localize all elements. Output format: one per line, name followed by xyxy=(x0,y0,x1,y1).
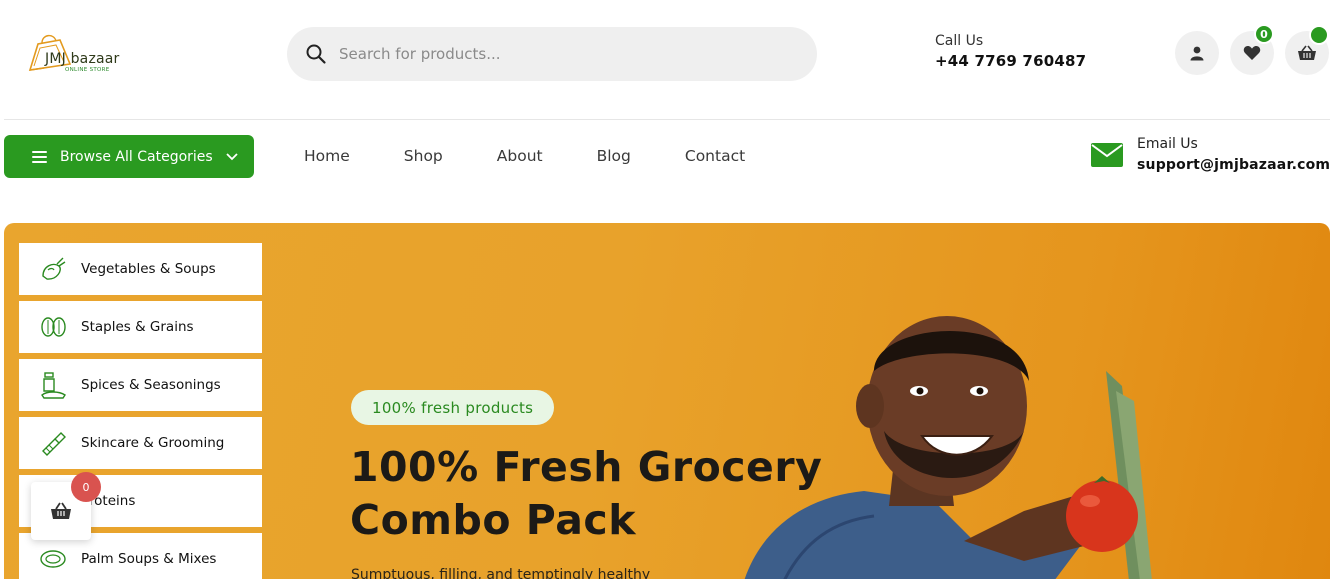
palm-soup-icon xyxy=(40,550,66,568)
hero-title-line-1: 100% Fresh Grocery xyxy=(350,443,823,491)
category-item-spices-seasonings[interactable]: Spices & Seasonings xyxy=(19,359,262,411)
search-input[interactable] xyxy=(339,45,779,63)
logo-tagline: ONLINE STORE xyxy=(65,67,110,73)
search-bar[interactable] xyxy=(287,27,817,81)
nav-link-contact[interactable]: Contact xyxy=(685,145,745,167)
category-item-staples-grains[interactable]: Staples & Grains xyxy=(19,301,262,353)
nav-link-shop[interactable]: Shop xyxy=(404,145,443,167)
category-label: Vegetables & Soups xyxy=(81,261,216,277)
search-icon[interactable] xyxy=(305,43,327,65)
category-item-vegetables-soups[interactable]: Vegetables & Soups xyxy=(19,243,262,295)
category-label: Skincare & Grooming xyxy=(81,435,225,451)
skincare-icon xyxy=(42,432,66,456)
cart-count-badge xyxy=(1309,25,1329,45)
basket-icon xyxy=(51,502,71,519)
header-divider xyxy=(4,119,1330,120)
nav-link-blog[interactable]: Blog xyxy=(597,145,631,167)
category-label: Staples & Grains xyxy=(81,319,194,335)
site-logo[interactable]: JMJ bazaar ONLINE STORE xyxy=(26,30,146,80)
account-button[interactable] xyxy=(1175,31,1219,75)
wishlist-count-badge: 0 xyxy=(1254,24,1274,44)
call-us-block: Call Us +44 7769 760487 xyxy=(935,32,1086,72)
category-label: Palm Soups & Mixes xyxy=(81,551,217,567)
hero-title-line-2: Combo Pack xyxy=(350,496,636,544)
grains-icon xyxy=(41,317,66,337)
nav-link-about[interactable]: About xyxy=(497,145,543,167)
heart-icon xyxy=(1243,46,1261,60)
main-nav: Home Shop About Blog Contact xyxy=(304,145,799,167)
browse-categories-button[interactable]: Browse All Categories xyxy=(4,135,254,178)
hero-subtitle: Sumptuous, filling, and temptingly healt… xyxy=(351,567,651,579)
call-us-label: Call Us xyxy=(935,33,984,49)
envelope-icon xyxy=(1091,143,1123,167)
chevron-down-icon xyxy=(226,152,238,160)
email-us-label: Email Us xyxy=(1137,136,1198,152)
spices-icon xyxy=(41,372,66,399)
logo-name: JMJ bazaar xyxy=(45,51,120,67)
email-us-block: Email Us support@jmjbazaar.com xyxy=(1091,134,1330,176)
account-icon xyxy=(1190,46,1204,61)
browse-categories-label: Browse All Categories xyxy=(60,148,213,165)
phone-number[interactable]: +44 7769 760487 xyxy=(935,50,1086,72)
email-address[interactable]: support@jmjbazaar.com xyxy=(1137,154,1330,176)
category-item-skincare-grooming[interactable]: Skincare & Grooming xyxy=(19,417,262,469)
vegetables-icon xyxy=(42,257,66,280)
menu-icon xyxy=(32,150,47,163)
nav-link-home[interactable]: Home xyxy=(304,145,350,167)
hero-title: 100% Fresh Grocery Combo Pack xyxy=(350,441,830,547)
hero-banner: Vegetables & Soups Staples & Grains Spic… xyxy=(4,223,1330,579)
fresh-products-pill: 100% fresh products xyxy=(351,390,555,425)
basket-icon xyxy=(1298,45,1316,60)
category-label: Spices & Seasonings xyxy=(81,377,221,393)
floating-cart-count-badge: 0 xyxy=(71,472,101,502)
